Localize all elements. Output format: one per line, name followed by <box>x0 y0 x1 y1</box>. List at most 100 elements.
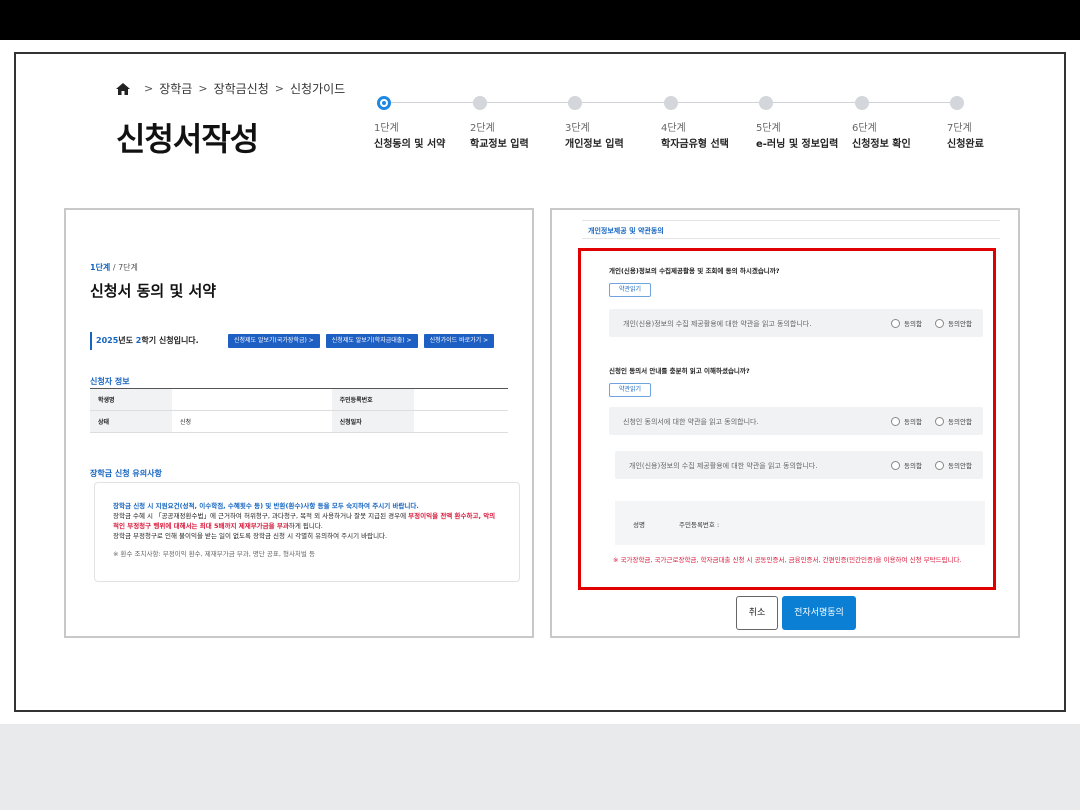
consent-row-1: 개인(신용)정보의 수집 제공활용에 대한 약관을 읽고 동의합니다. 동의함 … <box>609 309 983 337</box>
consent-form-panel: 개인정보제공 및 약관동의 개인(신용)정보의 수집제공활용 및 조회에 동의 … <box>550 208 1020 638</box>
table-row: 학생명 주민등록번호 <box>90 388 508 411</box>
table-cell <box>413 388 508 411</box>
question-1: 개인(신용)정보의 수집제공활용 및 조회에 동의 하시겠습니까? <box>609 267 780 275</box>
step-dot <box>950 96 964 110</box>
home-icon[interactable] <box>116 82 130 95</box>
radio-label: 동의안함 <box>948 418 972 426</box>
notice-heading: 장학금 신청 유의사항 <box>90 469 162 478</box>
agree-radio[interactable]: 동의함 <box>891 318 922 328</box>
notice-line: 장학금 신청 시 지원요건(성적, 이수학점, 수혜횟수 등) 및 반환(환수)… <box>113 502 419 510</box>
question-2: 신청인 동의서 안내를 충분히 읽고 이해하셨습니까? <box>609 367 750 375</box>
agree-radio[interactable]: 동의함 <box>891 416 922 426</box>
loan-info-button[interactable]: 신청제도 알보기(학자금대출) > <box>325 334 418 348</box>
step-name: 개인정보 입력 <box>565 139 624 150</box>
step-4: 4단계학자금유형 선택 <box>661 96 771 150</box>
step-dot <box>473 96 487 110</box>
view-terms-button-1[interactable]: 약관읽기 <box>609 283 651 297</box>
step-dot <box>855 96 869 110</box>
step-num: 5단계 <box>756 123 781 134</box>
step-dot <box>759 96 773 110</box>
disagree-radio[interactable]: 동의안함 <box>935 460 972 470</box>
link-label: 신청제도 알보기(학자금대출) <box>331 337 405 344</box>
consent-overview-panel: 1단계 / 7단계 신청서 동의 및 서약 2025년도 2학기 신청입니다. … <box>64 208 534 638</box>
consent-row-2: 신청인 동의서에 대한 약관을 읽고 동의합니다. 동의함 동의안함 <box>609 407 983 435</box>
link-button-group: 신청제도 알보기(국가장학금) > 신청제도 알보기(학자금대출) > 신청가이… <box>228 334 495 348</box>
semester-year: 2025 <box>96 336 119 345</box>
step-name: 신청정보 확인 <box>852 139 911 150</box>
radio-icon <box>935 318 944 328</box>
step-name: 신청동의 및 서약 <box>374 139 446 150</box>
step-indicator: 1단계신청동의 및 서약 2단계학교정보 입력 3단계개인정보 입력 4단계학자… <box>374 96 994 156</box>
radio-icon <box>891 318 900 328</box>
notice-box: 장학금 신청 시 지원요건(성적, 이수학점, 수혜횟수 등) 및 반환(환수)… <box>94 482 520 582</box>
screenshot-frame: > 장학금 > 장학금신청 > 신청가이드 신청서작성 1단계 신청동의 및 서약… <box>14 52 1066 712</box>
radio-label: 동의안함 <box>948 462 972 470</box>
radio-label: 동의함 <box>904 320 922 328</box>
step-counter: 1단계 / 7단계 <box>90 262 138 273</box>
step-name: 학교정보 입력 <box>470 139 529 150</box>
signer-name-label: 성명 <box>633 521 645 529</box>
radio-icon <box>891 416 900 426</box>
chevron-right-icon: > <box>274 82 284 95</box>
guide-button[interactable]: 신청가이드 바로가기 > <box>423 334 495 348</box>
disagree-radio[interactable]: 동의안함 <box>935 318 972 328</box>
notice-line: 장학금 부정청구로 인해 불이익을 받는 일이 없도록 장학금 신청 시 각별히… <box>113 532 388 540</box>
table-header: 학생명 <box>90 388 172 411</box>
breadcrumb-item[interactable]: 장학금신청 <box>214 80 269 97</box>
link-label: 신청제도 알보기(국가장학금) <box>234 337 307 344</box>
table-header: 신청일자 <box>331 410 414 433</box>
step-num: 3단계 <box>565 123 590 134</box>
consent-text: 개인(신용)정보의 수집 제공활용에 대한 약관을 읽고 동의합니다. <box>629 462 818 470</box>
breadcrumb-item[interactable]: 장학금 <box>159 80 192 97</box>
notice-text: 장학금 수혜 시 「공공재정환수법」에 근거하여 허위청구, 과다청구, 목적 … <box>113 512 409 520</box>
semester-text: 년도 <box>118 336 136 345</box>
semester-notice: 2025년도 2학기 신청입니다. <box>90 332 199 350</box>
table-header: 상태 <box>90 410 172 433</box>
step-name: 학자금유형 선택 <box>661 139 729 150</box>
step-dot <box>568 96 582 110</box>
step-num: 2단계 <box>470 123 495 134</box>
cancel-button[interactable]: 취소 <box>736 596 778 630</box>
chevron-right-icon: > <box>198 82 208 95</box>
step-7: 7단계 신청완료 <box>947 96 997 150</box>
e-signature-agree-button[interactable]: 전자서명동의 <box>782 596 856 630</box>
breadcrumb: > 장학금 > 장학금신청 > 신청가이드 <box>116 80 345 97</box>
radio-label: 동의함 <box>904 418 922 426</box>
agree-radio[interactable]: 동의함 <box>891 460 922 470</box>
step-5: 5단계 e-러닝 및 정보입력 <box>756 96 866 150</box>
table-header: 주민등록번호 <box>331 388 414 411</box>
step-6: 6단계 신청정보 확인 <box>852 96 962 150</box>
notice-footnote: ※ 환수 조치사항: 부정이익 환수, 제재부가금 부과, 명단 공표, 형사처… <box>113 550 315 558</box>
page-title: 신청서작성 <box>116 120 259 158</box>
slide: > 장학금 > 장학금신청 > 신청가이드 신청서작성 1단계 신청동의 및 서약… <box>0 40 1080 724</box>
step-dot <box>377 96 391 110</box>
step-current: 1단계 <box>90 263 111 272</box>
signer-info: 성명 주민등록번호 : <box>615 501 985 545</box>
step-num: 1단계 <box>374 123 399 134</box>
step-1: 1단계신청동의 및 서약 <box>374 96 484 150</box>
certificate-warning: ※ 국가장학금, 국가근로장학금, 학자금대출 신청 시 공동인증서, 금융인증… <box>613 556 962 564</box>
disagree-radio[interactable]: 동의안함 <box>935 416 972 426</box>
link-label: 신청가이드 바로가기 <box>429 337 482 344</box>
step-2: 2단계학교정보 입력 <box>470 96 580 150</box>
highlight-box: 개인(신용)정보의 수집제공활용 및 조회에 동의 하시겠습니까? 약관읽기 개… <box>578 248 996 590</box>
applicant-info-table: 학생명 주민등록번호 상태 신청 신청일자 <box>90 388 508 433</box>
breadcrumb-item[interactable]: 신청가이드 <box>290 80 345 97</box>
divider <box>582 220 1000 221</box>
table-cell <box>172 388 332 411</box>
notice-text: 하게 됩니다. <box>288 522 323 530</box>
step-3: 3단계개인정보 입력 <box>565 96 675 150</box>
table-cell: 신청 <box>172 410 332 433</box>
radio-icon <box>891 460 900 470</box>
semester-text: 학기 신청입니다. <box>141 336 199 345</box>
view-terms-button-2[interactable]: 약관읽기 <box>609 383 651 397</box>
step-num: 4단계 <box>661 123 686 134</box>
radio-icon <box>935 460 944 470</box>
scholarship-info-button[interactable]: 신청제도 알보기(국가장학금) > <box>228 334 320 348</box>
consent-row-3: 개인(신용)정보의 수집 제공활용에 대한 약관을 읽고 동의합니다. 동의함 … <box>615 451 983 479</box>
consent-text: 개인(신용)정보의 수집 제공활용에 대한 약관을 읽고 동의합니다. <box>623 320 812 328</box>
chevron-right-icon: > <box>144 82 154 95</box>
table-row: 상태 신청 신청일자 <box>90 410 508 433</box>
section-title: 신청서 동의 및 서약 <box>90 282 217 300</box>
top-black-bar <box>0 0 1080 40</box>
